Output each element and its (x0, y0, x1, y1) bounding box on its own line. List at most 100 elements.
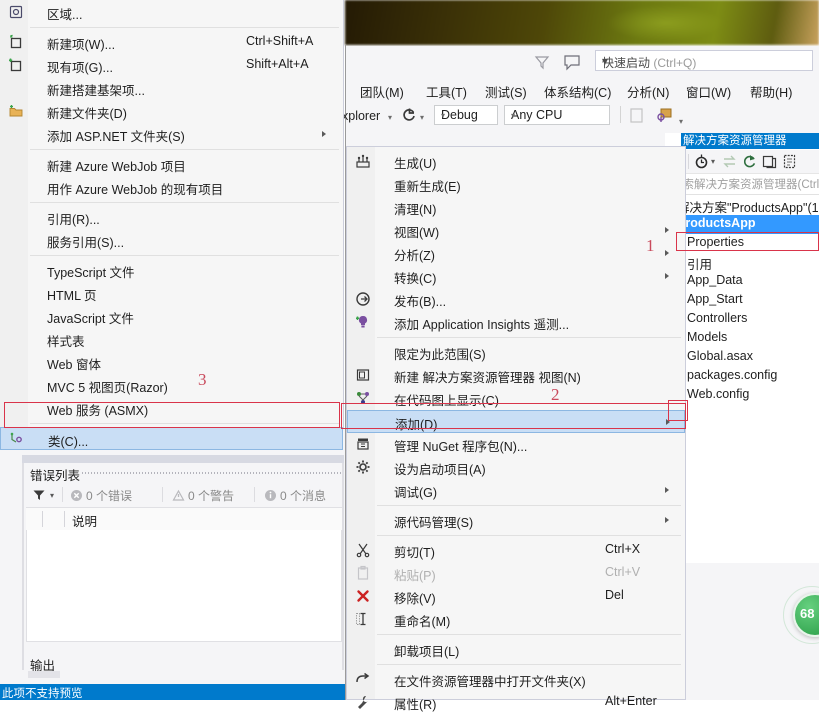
pending-changes-caret-icon[interactable]: ▾ (711, 157, 715, 166)
menu-item[interactable]: 新建项(W)... Ctrl+Shift+A (0, 31, 343, 54)
toolbar-overflow-icon[interactable]: ▾ (679, 117, 683, 126)
tree-row[interactable]: App_Data (665, 272, 819, 291)
menu-item[interactable]: 转换(C) (347, 265, 685, 288)
column-divider[interactable] (64, 511, 65, 527)
menu-item[interactable]: 新建文件夹(D) (0, 100, 343, 123)
menu-item-label: 粘贴(P) (394, 569, 436, 583)
error-list-tab[interactable]: 错误列表 (30, 465, 80, 484)
menu-item[interactable]: 现有项(G)... Shift+Alt+A (0, 54, 343, 77)
error-count-label[interactable]: 0 个错误 (86, 487, 132, 504)
menu-item-label: 卸载项目(L) (394, 645, 460, 659)
menu-item[interactable]: 服务引用(S)... (0, 229, 343, 252)
tree-node-label: Models (687, 330, 728, 344)
toolbar-separator (620, 106, 621, 123)
collapse-all-icon[interactable] (761, 153, 778, 170)
menu-item[interactable]: 视图(W) (347, 219, 685, 242)
warning-count-label[interactable]: 0 个警告 (188, 487, 234, 504)
show-all-files-icon[interactable] (781, 153, 798, 170)
panel-right-edge (342, 463, 344, 670)
menu-item[interactable]: 用作 Azure WebJob 的现有项目 (0, 176, 343, 199)
menu-item[interactable]: HTML 页 (0, 282, 343, 305)
toolbar-explorer-caret-icon[interactable]: ▾ (388, 113, 392, 122)
menu-analyze[interactable]: 分析(N) (627, 82, 669, 101)
tree-row[interactable]: ProductsApp (665, 215, 819, 234)
menu-help[interactable]: 帮助(H) (750, 82, 792, 101)
menu-item[interactable]: 添加 ASP.NET 文件夹(S) (0, 123, 343, 146)
menu-test[interactable]: 测试(S) (485, 82, 527, 101)
menu-item[interactable]: 添加 Application Insights 遥测... (347, 311, 685, 334)
menu-window[interactable]: 窗口(W) (686, 82, 731, 101)
sync-icon[interactable] (721, 153, 738, 170)
tree-row-solution[interactable]: 解决方案"ProductsApp"(1 个项目) (665, 196, 819, 215)
column-header-description[interactable]: 说明 (72, 511, 97, 530)
menu-item[interactable]: 管理 NuGet 程序包(N)... (347, 433, 685, 456)
menu-item[interactable]: 移除(V) Del (347, 585, 685, 608)
column-divider[interactable] (42, 511, 43, 527)
menu-item[interactable]: 新建 Azure WebJob 项目 (0, 153, 343, 176)
message-count-label[interactable]: 0 个消息 (280, 487, 326, 504)
tree-row[interactable]: Properties (665, 234, 819, 253)
tree-node-label: Web.config (687, 387, 750, 401)
start-debug-icon[interactable] (628, 107, 645, 124)
tree-row[interactable]: Controllers (665, 310, 819, 329)
menu-item[interactable]: TypeScript 文件 (0, 259, 343, 282)
menu-item[interactable]: 重新生成(E) (347, 173, 685, 196)
menu-team[interactable]: 团队(M) (360, 82, 404, 101)
menu-item[interactable]: 在文件资源管理器中打开文件夹(X) (347, 668, 685, 691)
tree-row[interactable]: Web.config (665, 386, 819, 405)
menu-item[interactable]: 分析(Z) (347, 242, 685, 265)
menu-item[interactable]: 调试(G) (347, 479, 685, 502)
menu-item[interactable]: 添加(D) (347, 410, 685, 433)
menu-item[interactable]: 限定为此范围(S) (347, 341, 685, 364)
menu-item[interactable]: 类(C)... (0, 427, 343, 450)
feedback-icon[interactable] (562, 52, 582, 72)
menu-item[interactable]: 在代码图上显示(C) (347, 387, 685, 410)
tree-row[interactable]: App_Start (665, 291, 819, 310)
panel-dotted-rule (82, 472, 342, 474)
panel-splitter[interactable] (22, 455, 344, 463)
quick-launch-input[interactable]: 快速启动 (Ctrl+Q) ▾ (595, 50, 813, 71)
toolbar-explorer-label[interactable]: xplorer (342, 109, 380, 123)
filter-caret-icon[interactable]: ▾ (50, 491, 54, 500)
menu-separator (347, 334, 685, 341)
menu-item[interactable]: 新建 解决方案资源管理器 视图(N) (347, 364, 685, 387)
refresh-icon[interactable] (400, 106, 418, 124)
solution-configuration-combo[interactable]: Debug ▾ (434, 105, 498, 125)
menu-item[interactable]: MVC 5 视图页(Razor) (0, 374, 343, 397)
menu-item[interactable]: 卸载项目(L) (347, 638, 685, 661)
tree-row[interactable]: packages.config (665, 367, 819, 386)
menu-item[interactable]: 样式表 (0, 328, 343, 351)
attach-process-icon[interactable] (656, 106, 674, 124)
menu-item[interactable]: 引用(R)... (0, 206, 343, 229)
refresh-icon[interactable] (741, 153, 758, 170)
menu-architecture[interactable]: 体系结构(C) (544, 82, 611, 101)
tree-row[interactable]: 引用 (665, 253, 819, 272)
menu-item-shortcut: Ctrl+X (605, 542, 641, 556)
submenu-arrow-icon (666, 419, 670, 425)
new-item-icon (8, 34, 24, 50)
menu-item[interactable]: Web 服务 (ASMX) (0, 397, 343, 420)
filter-icon[interactable] (532, 52, 552, 72)
solution-platform-combo[interactable]: Any CPU ▾ (504, 105, 610, 125)
menu-item[interactable]: Web 窗体 (0, 351, 343, 374)
pending-changes-icon[interactable] (693, 153, 710, 170)
menu-item[interactable]: 设为启动项目(A) (347, 456, 685, 479)
filter-icon[interactable] (32, 488, 46, 502)
menu-item[interactable]: 属性(R) Alt+Enter (347, 691, 685, 714)
solution-explorer-search[interactable]: 搜索解决方案资源管理器(Ctrl+;) (665, 174, 819, 195)
menu-item[interactable]: 源代码管理(S) (347, 509, 685, 532)
toolbar-separator (688, 154, 689, 169)
tree-row[interactable]: Global.asax (665, 348, 819, 367)
quick-launch-caret-icon: ▾ (602, 54, 609, 68)
menu-tools[interactable]: 工具(T) (426, 82, 467, 101)
tree-row[interactable]: Models (665, 329, 819, 348)
menu-item[interactable]: 区域... (0, 1, 343, 24)
menu-item[interactable]: 剪切(T) Ctrl+X (347, 539, 685, 562)
menu-item[interactable]: 生成(U) (347, 150, 685, 173)
menu-item[interactable]: JavaScript 文件 (0, 305, 343, 328)
menu-item[interactable]: 新建搭建基架项... (0, 77, 343, 100)
menu-item[interactable]: 清理(N) (347, 196, 685, 219)
menu-item[interactable]: 发布(B)... (347, 288, 685, 311)
menu-item[interactable]: 重命名(M) (347, 608, 685, 631)
refresh-caret-icon[interactable]: ▾ (420, 113, 424, 122)
